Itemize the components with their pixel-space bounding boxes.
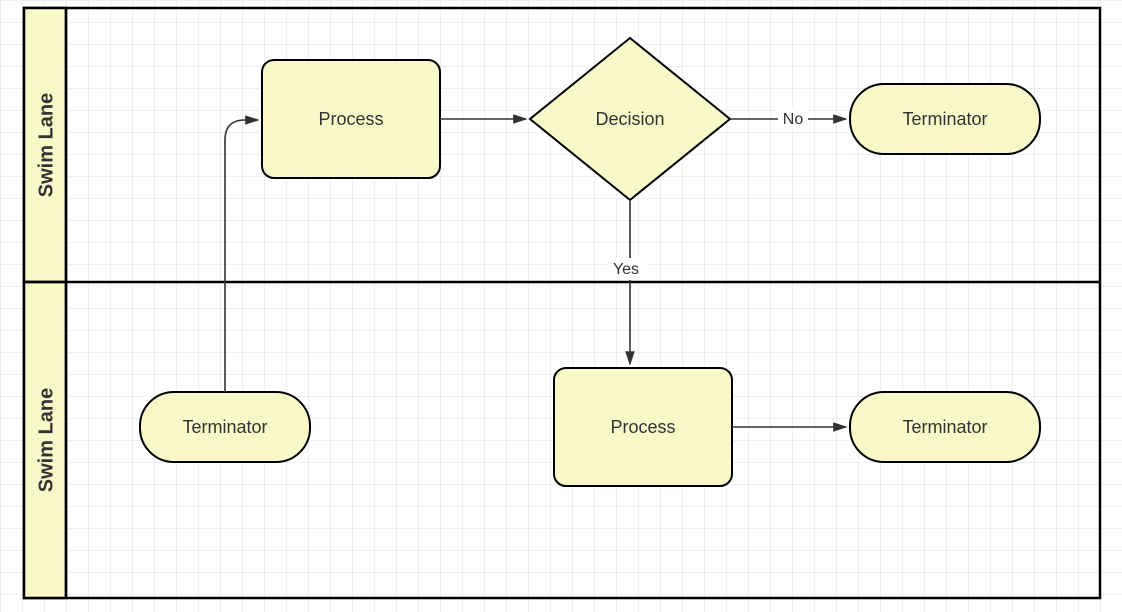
process-1[interactable]: Process [262, 60, 440, 178]
edge-start-to-process1 [225, 120, 258, 392]
terminator-end[interactable]: Terminator [850, 392, 1040, 462]
terminator-start[interactable]: Terminator [140, 392, 310, 462]
edge-no-label: No [783, 111, 804, 128]
terminator-top[interactable]: Terminator [850, 84, 1040, 154]
terminator-start-label: Terminator [182, 417, 267, 437]
process-1-label: Process [318, 109, 383, 129]
edge-yes-label: Yes [613, 261, 639, 278]
lane-label-top: Swim Lane [35, 93, 57, 197]
terminator-end-label: Terminator [902, 417, 987, 437]
decision[interactable]: Decision [530, 38, 730, 200]
decision-label: Decision [595, 109, 664, 129]
lane-label-bottom: Swim Lane [35, 388, 57, 492]
process-2[interactable]: Process [554, 368, 732, 486]
terminator-top-label: Terminator [902, 109, 987, 129]
process-2-label: Process [610, 417, 675, 437]
diagram-canvas: Swim Lane Swim Lane Terminator Process D… [0, 0, 1122, 612]
